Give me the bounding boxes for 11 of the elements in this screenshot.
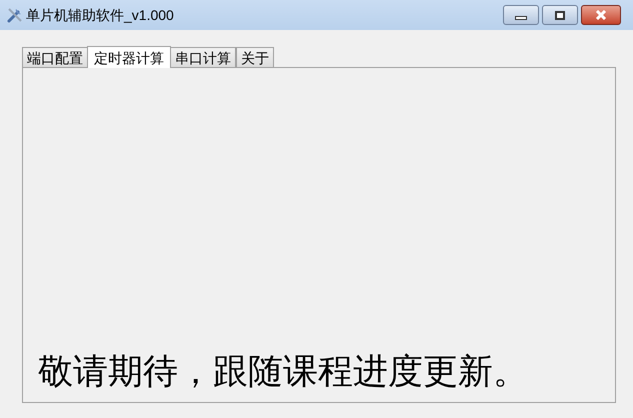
minimize-button[interactable] [503,5,539,25]
tab[interactable]: 关于 [236,47,274,67]
tab[interactable]: 端口配置 [22,47,88,67]
maximize-button[interactable] [542,5,578,25]
window-title: 单片机辅助软件_v1.000 [26,6,174,25]
message-text: 敬请期待，跟随课程进度更新。 [38,351,529,394]
tools-icon [6,6,24,24]
close-icon [595,10,607,20]
close-button[interactable] [581,5,621,25]
tab[interactable]: 串口计算 [170,47,236,67]
tab[interactable]: 定时器计算 [87,46,171,68]
